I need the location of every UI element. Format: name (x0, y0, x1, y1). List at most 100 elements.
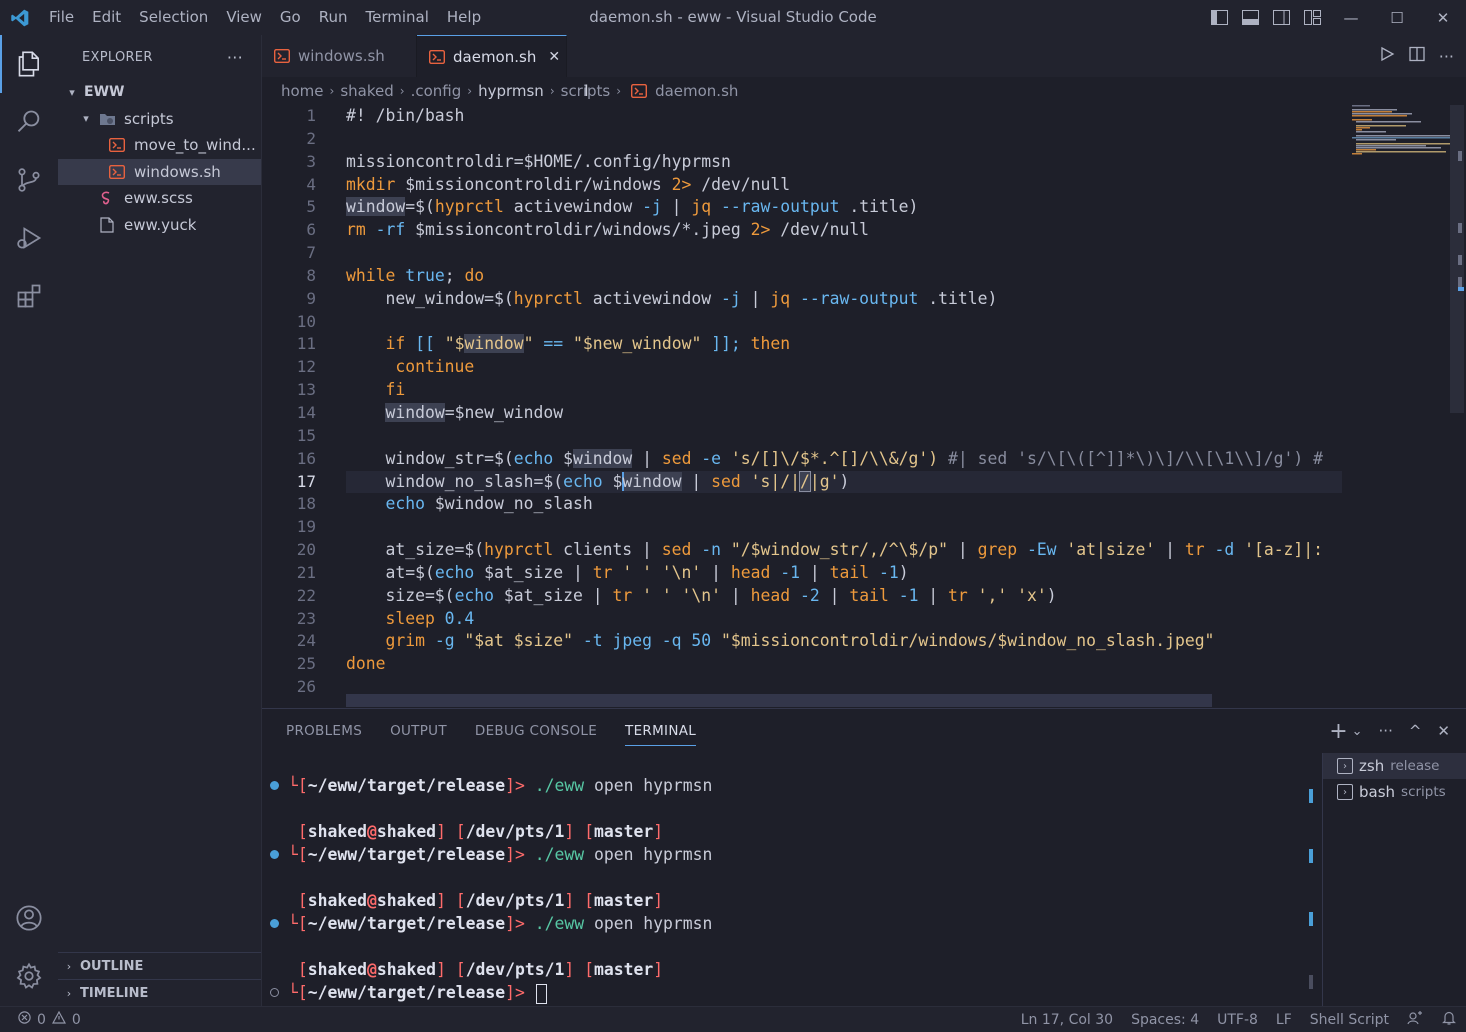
line-number: 2 (306, 128, 316, 148)
indentation[interactable]: Spaces: 4 (1122, 1012, 1208, 1028)
terminal-list: › zsh release › bash scripts (1322, 753, 1466, 1007)
code-line: window_str=$(echo $window | sed -e 's/[]… (346, 448, 1324, 468)
chevron-right-icon: › (467, 84, 473, 98)
notifications-bell-icon[interactable] (1432, 1010, 1466, 1030)
explorer-more-button[interactable]: ··· (227, 48, 243, 67)
language-mode[interactable]: Shell Script (1301, 1012, 1398, 1028)
line-number: 26 (296, 677, 316, 697)
close-panel-icon[interactable]: ✕ (1437, 722, 1450, 740)
terminal-cursor[interactable] (535, 983, 547, 1004)
command-success-dot[interactable] (270, 781, 279, 790)
tab-label: windows.sh (298, 47, 385, 65)
line-number: 3 (306, 151, 316, 171)
breadcrumb-shaked[interactable]: shaked (340, 82, 393, 100)
source-control-icon[interactable] (0, 151, 58, 209)
maximize-button[interactable]: ☐ (1374, 0, 1420, 35)
encoding[interactable]: UTF-8 (1208, 1012, 1267, 1028)
panel-tab-output[interactable]: OUTPUT (376, 709, 461, 753)
code-line: size=$(echo $at_size | tr ' ' '\n' | hea… (346, 585, 1057, 605)
chevron-right-icon: › (549, 84, 555, 98)
toggle-panel-icon[interactable] (1235, 0, 1266, 35)
tree-file-eww-yuck[interactable]: eww.yuck (58, 212, 261, 239)
menu-run[interactable]: Run (310, 0, 357, 35)
breadcrumb-home[interactable]: home (281, 82, 324, 100)
line-number: 14 (296, 402, 316, 422)
maximize-panel-icon[interactable]: ^ (1409, 722, 1422, 740)
end-of-line[interactable]: LF (1267, 1012, 1301, 1028)
menu-selection[interactable]: Selection (130, 0, 217, 35)
code-line: while true; do (346, 265, 485, 285)
run-debug-icon[interactable] (0, 209, 58, 267)
terminal-dropdown-icon[interactable]: ⌄ (1352, 724, 1363, 739)
customize-layout-icon[interactable] (1297, 0, 1328, 35)
menu-terminal[interactable]: Terminal (357, 0, 438, 35)
command-success-dot[interactable] (270, 850, 279, 859)
outline-section-label: OUTLINE (80, 958, 144, 974)
menu-help[interactable]: Help (438, 0, 490, 35)
panel-tab-debug-console[interactable]: DEBUG CONSOLE (461, 709, 611, 753)
close-window-button[interactable]: ✕ (1420, 0, 1466, 35)
search-icon[interactable] (0, 93, 58, 151)
chevron-right-icon: › (66, 986, 72, 1000)
accounts-icon[interactable] (0, 889, 58, 947)
code-line: sleep 0.4 (346, 608, 475, 628)
menu-bar: File Edit Selection View Go Run Terminal… (40, 0, 490, 35)
minimap[interactable] (1348, 105, 1452, 165)
terminal-item-zsh[interactable]: › zsh release (1323, 753, 1466, 779)
code-line-current: window_no_slash=$(echo $window | sed 's|… (346, 470, 1342, 494)
outline-section[interactable]: › OUTLINE (58, 952, 261, 979)
tree-folder-scripts[interactable]: ▾ scripts (58, 106, 261, 133)
menu-go[interactable]: Go (271, 0, 310, 35)
extensions-icon[interactable] (0, 267, 58, 325)
breadcrumb-daemon-sh[interactable]: daemon.sh (655, 82, 738, 100)
toggle-secondary-sidebar-icon[interactable] (1266, 0, 1297, 35)
feedback-icon[interactable] (1398, 1010, 1432, 1030)
command-pending-dot[interactable] (270, 988, 279, 997)
line-number: 23 (296, 608, 316, 628)
breadcrumb-config[interactable]: .config (411, 82, 462, 100)
problems-indicator[interactable]: 0 0 (0, 1010, 81, 1028)
line-number: 9 (306, 288, 316, 308)
menu-view[interactable]: View (217, 0, 271, 35)
tab-label: daemon.sh (453, 47, 537, 66)
cursor-position[interactable]: Ln 17, Col 30 (1012, 1012, 1122, 1028)
vertical-scrollbar[interactable] (1450, 105, 1464, 413)
terminal-shell-label: zsh (1359, 757, 1385, 775)
terminal-line: └[~/eww/target/release]> ./eww open hypr… (288, 845, 713, 864)
code-area[interactable]: #! /bin/bash missioncontroldir=$HOME/.co… (346, 105, 1342, 699)
code-line: echo $window_no_slash (346, 494, 593, 514)
more-actions-icon[interactable]: ··· (1439, 47, 1454, 66)
scrollbar-decoration (1309, 975, 1313, 989)
command-success-dot[interactable] (270, 919, 279, 928)
code-editor[interactable]: 1 2 3 4 5 6 7 8 9 10 11 12 13 14 15 16 17 18 19 20 21 22 23 24 2… (262, 105, 1466, 707)
panel-tab-terminal[interactable]: TERMINAL (611, 709, 710, 753)
timeline-section[interactable]: › TIMELINE (58, 979, 261, 1006)
terminal-item-bash[interactable]: › bash scripts (1323, 779, 1466, 805)
breadcrumb-hyprmsn[interactable]: hyprmsn (478, 82, 544, 100)
menu-edit[interactable]: Edit (83, 0, 130, 35)
workspace-root[interactable]: ▾ EWW (58, 79, 261, 106)
manage-gear-icon[interactable] (0, 947, 58, 1005)
tab-windows-sh[interactable]: windows.sh (262, 35, 417, 77)
panel-more-icon[interactable]: ··· (1379, 722, 1393, 740)
toggle-sidebar-icon[interactable] (1204, 0, 1235, 35)
code-line: #! /bin/bash (346, 106, 465, 125)
terminal-line: └[~/eww/target/release]> ./eww open hypr… (288, 776, 713, 795)
panel-tab-problems[interactable]: PROBLEMS (272, 709, 376, 753)
tab-daemon-sh[interactable]: daemon.sh ✕ (417, 35, 567, 77)
tree-file-windows-sh[interactable]: windows.sh (58, 158, 261, 185)
horizontal-scrollbar[interactable] (346, 694, 1212, 707)
terminal-output[interactable]: └[~/eww/target/release]> ./eww open hypr… (262, 753, 1322, 1007)
line-number: 15 (296, 425, 316, 445)
tree-file-eww-scss[interactable]: eww.scss (58, 185, 261, 212)
tab-close-icon[interactable]: ✕ (548, 49, 560, 65)
split-editor-icon[interactable] (1409, 46, 1425, 66)
new-terminal-icon[interactable]: + (1329, 719, 1347, 744)
explorer-icon[interactable] (0, 35, 58, 93)
run-file-icon[interactable] (1379, 46, 1395, 66)
menu-file[interactable]: File (40, 0, 83, 35)
minimize-button[interactable]: — (1328, 0, 1374, 35)
line-number: 16 (296, 448, 316, 468)
tree-file-move-to-window[interactable]: move_to_wind... (58, 132, 261, 159)
line-number: 5 (306, 197, 316, 217)
